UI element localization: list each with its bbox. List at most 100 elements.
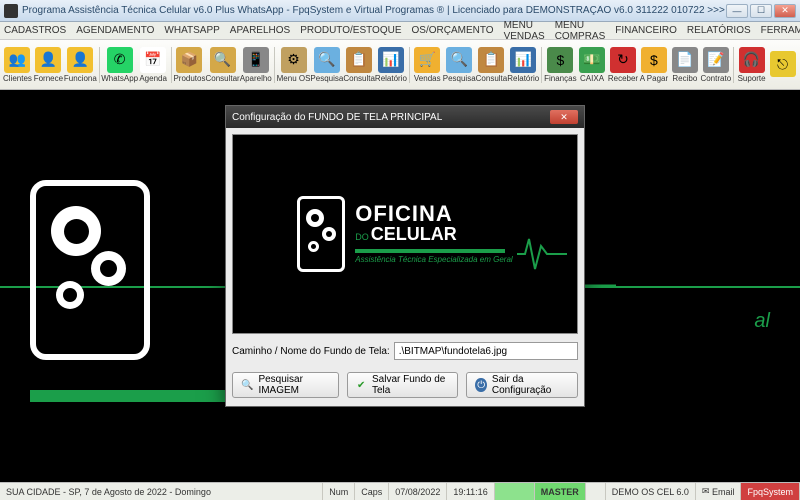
toolbar-label: Pesquisa: [310, 74, 343, 83]
status-date-location: SUA CIDADE - SP, 7 de Agosto de 2022 - D…: [0, 483, 323, 500]
agenda-icon: 📅: [140, 47, 166, 73]
toolbar-pesquisa[interactable]: 🔍Pesquisa: [310, 42, 343, 88]
clientes-icon: 👥: [4, 47, 30, 73]
toolbar-caixa[interactable]: 💵CAIXA: [577, 42, 608, 88]
caixa-icon: 💵: [579, 47, 605, 73]
toolbar-label: Menu OS: [277, 74, 311, 83]
toolbar-label: CAIXA: [580, 74, 604, 83]
close-button[interactable]: ✕: [774, 4, 796, 18]
menu-aparelhos[interactable]: APARELHOS: [230, 25, 290, 36]
toolbar-suporte[interactable]: 🎧Suporte: [736, 42, 767, 88]
menu-agendamento[interactable]: AGENDAMENTO: [76, 25, 154, 36]
status-indicator: [495, 483, 535, 500]
brand-title: OFICINA: [355, 204, 512, 224]
menu-ferramentas[interactable]: FERRAMENTAS: [761, 25, 800, 36]
gear-icon: [56, 281, 84, 309]
toolbar-pesquisa[interactable]: 🔍Pesquisa: [443, 42, 476, 88]
menu-cadastros[interactable]: CADASTROS: [4, 25, 66, 36]
status-vendor[interactable]: FpqSystem: [741, 483, 800, 500]
gear-icon: [91, 251, 126, 286]
suporte-icon: 🎧: [739, 47, 765, 73]
toolbar-label: Receber: [608, 74, 638, 83]
toolbar-label: Agenda: [139, 74, 167, 83]
toolbar-consulta[interactable]: 📋Consulta: [476, 42, 508, 88]
toolbar-label: Consultar: [205, 74, 239, 83]
funciona-icon: 👤: [67, 47, 93, 73]
check-icon: ✔: [356, 378, 367, 392]
fornece-icon: 👤: [35, 47, 61, 73]
status-bar: SUA CIDADE - SP, 7 de Agosto de 2022 - D…: [0, 482, 800, 500]
toolbar-produtos[interactable]: 📦Produtos: [173, 42, 205, 88]
toolbar-fornece[interactable]: 👤Fornece: [33, 42, 64, 88]
menu-financeiro[interactable]: FINANCEIRO: [615, 25, 677, 36]
relatório-icon: 📊: [510, 47, 536, 73]
save-wallpaper-button[interactable]: ✔ Salvar Fundo de Tela: [347, 372, 459, 398]
wallpaper-preview: OFICINA DOCELULAR Assistência Técnica Es…: [232, 134, 578, 334]
menu-whatsapp[interactable]: WHATSAPP: [164, 25, 219, 36]
toolbar-menu os[interactable]: ⚙Menu OS: [277, 42, 311, 88]
status-time: 19:11:16: [447, 483, 494, 500]
brand-celular: CELULAR: [371, 224, 457, 244]
app-icon: [4, 4, 18, 18]
status-capslock: Caps: [355, 483, 389, 500]
toolbar-contrato[interactable]: 📝Contrato: [700, 42, 731, 88]
vendas-icon: 🛒: [414, 47, 440, 73]
toolbar-receber[interactable]: ↻Receber: [608, 42, 639, 88]
menu-compras[interactable]: MENU COMPRAS: [555, 20, 606, 42]
toolbar-relatório[interactable]: 📊Relatório: [375, 42, 407, 88]
dialog-title: Configuração do FUNDO DE TELA PRINCIPAL: [232, 112, 442, 123]
path-label: Caminho / Nome do Fundo de Tela:: [232, 346, 390, 357]
status-date: 07/08/2022: [389, 483, 447, 500]
consulta-icon: 📋: [346, 47, 372, 73]
relatório-icon: 📊: [378, 47, 404, 73]
menu-bar: CADASTROS AGENDAMENTO WHATSAPP APARELHOS…: [0, 22, 800, 40]
toolbar-relatório[interactable]: 📊Relatório: [507, 42, 539, 88]
toolbar-funciona[interactable]: 👤Funciona: [64, 42, 97, 88]
search-image-button[interactable]: 🔍 Pesquisar IMAGEM: [232, 372, 339, 398]
pesquisa-icon: 🔍: [446, 47, 472, 73]
toolbar-label: Funciona: [64, 74, 97, 83]
power-icon: ⏻: [475, 378, 486, 392]
status-email-link[interactable]: ✉ Email: [696, 483, 742, 500]
toolbar-agenda[interactable]: 📅Agenda: [138, 42, 169, 88]
a pagar-icon: $: [641, 47, 667, 73]
phone-icon: [30, 180, 150, 360]
menu-produto-estoque[interactable]: PRODUTO/ESTOQUE: [300, 25, 401, 36]
toolbar-exit[interactable]: ⎋: [767, 42, 798, 88]
exit-config-button[interactable]: ⏻ Sair da Configuração: [466, 372, 578, 398]
accent-bar: [355, 249, 505, 253]
toolbar-label: Aparelho: [240, 74, 272, 83]
toolbar-whatsapp[interactable]: ✆WhatsApp: [102, 42, 138, 88]
toolbar-label: Recibo: [672, 74, 697, 83]
toolbar-clientes[interactable]: 👥Clientes: [2, 42, 33, 88]
menu-os-orcamento[interactable]: OS/ORÇAMENTO: [412, 25, 494, 36]
toolbar-label: A Pagar: [640, 74, 668, 83]
brand-subtitle: Assistência Técnica Especializada em Ger…: [355, 255, 512, 264]
menu-relatorios[interactable]: RELATÓRIOS: [687, 25, 751, 36]
minimize-button[interactable]: —: [726, 4, 748, 18]
toolbar-label: Suporte: [738, 74, 766, 83]
menu os-icon: ⚙: [281, 47, 307, 73]
status-spacer: [586, 483, 606, 500]
status-app: DEMO OS CEL 6.0: [606, 483, 696, 500]
maximize-button[interactable]: ☐: [750, 4, 772, 18]
consultar-icon: 🔍: [210, 47, 236, 73]
toolbar-consultar[interactable]: 🔍Consultar: [205, 42, 239, 88]
finanças-icon: $: [547, 47, 573, 73]
toolbar-vendas[interactable]: 🛒Vendas: [412, 42, 443, 88]
toolbar-consulta[interactable]: 📋Consulta: [343, 42, 375, 88]
toolbar-recibo[interactable]: 📄Recibo: [669, 42, 700, 88]
phone-icon: [297, 196, 345, 272]
toolbar-separator: [541, 47, 542, 83]
pesquisa-icon: 🔍: [314, 47, 340, 73]
dialog-close-button[interactable]: ✕: [550, 110, 578, 124]
toolbar-aparelho[interactable]: 📱Aparelho: [240, 42, 272, 88]
menu-vendas[interactable]: MENU VENDAS: [504, 20, 545, 42]
toolbar-finanças[interactable]: $Finanças: [544, 42, 576, 88]
toolbar-label: Consulta: [343, 74, 375, 83]
gear-icon: [322, 227, 336, 241]
workspace: al Configuração do FUNDO DE TELA PRINCIP…: [0, 90, 800, 482]
toolbar-a pagar[interactable]: $A Pagar: [638, 42, 669, 88]
wallpaper-path-input[interactable]: [394, 342, 578, 360]
whatsapp-icon: ✆: [107, 47, 133, 73]
